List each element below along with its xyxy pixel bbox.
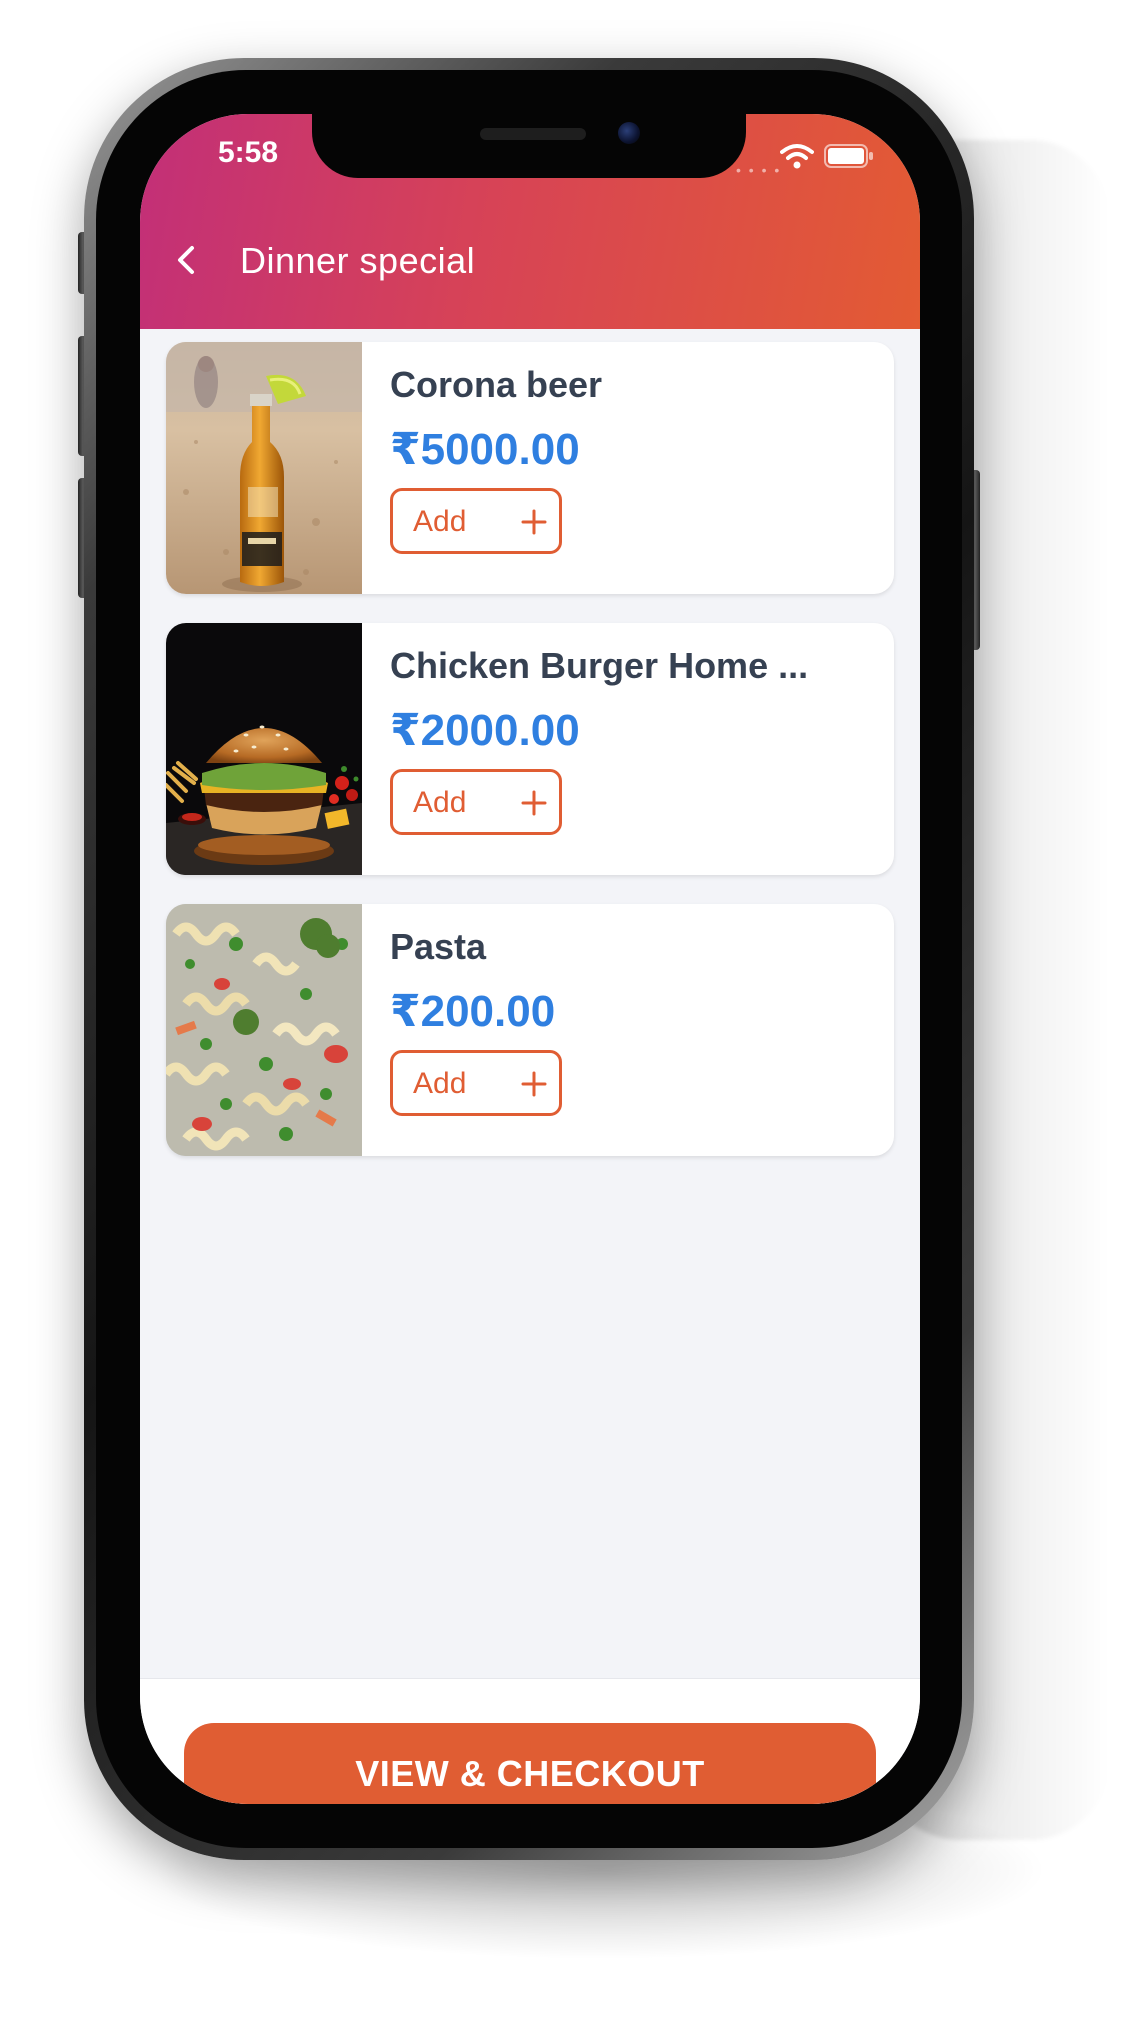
beer-bottle-photo <box>166 342 362 594</box>
add-to-cart-button[interactable]: Add <box>390 488 562 554</box>
menu-list: Corona beer ₹5000.00 Add Chicken Burger … <box>166 342 894 1185</box>
battery-icon <box>824 144 873 168</box>
phone-notch <box>312 114 746 178</box>
menu-item-card[interactable]: Chicken Burger Home ... ₹2000.00 Add <box>166 623 894 875</box>
plus-icon <box>521 509 547 535</box>
status-time: 5:58 <box>218 136 279 169</box>
menu-item-card[interactable]: Pasta ₹200.00 Add <box>166 904 894 1156</box>
pasta-salad-photo <box>166 904 362 1156</box>
page-title: Dinner special <box>240 240 476 281</box>
wifi-icon <box>780 144 814 169</box>
plus-icon <box>521 790 547 816</box>
add-button-label: Add <box>413 1067 467 1100</box>
item-price: ₹5000.00 <box>390 425 580 474</box>
front-camera <box>618 122 640 144</box>
chevron-left-icon[interactable] <box>168 240 208 280</box>
item-name: Chicken Burger Home ... <box>390 645 809 686</box>
view-checkout-button[interactable]: VIEW & CHECKOUT <box>184 1723 876 1804</box>
signal-dots: • • • • <box>736 162 782 178</box>
item-name: Corona beer <box>390 364 603 405</box>
chicken-burger-photo <box>166 623 362 875</box>
phone-frame: 5:58 • • • • Dinner special Corona beer … <box>84 58 974 1860</box>
add-button-label: Add <box>413 786 467 819</box>
item-name: Pasta <box>390 926 487 967</box>
app-screen: 5:58 • • • • Dinner special Corona beer … <box>140 114 920 1804</box>
add-to-cart-button[interactable]: Add <box>390 769 562 835</box>
plus-icon <box>521 1071 547 1097</box>
item-price: ₹200.00 <box>390 987 556 1036</box>
menu-item-card[interactable]: Corona beer ₹5000.00 Add <box>166 342 894 594</box>
item-price: ₹2000.00 <box>390 706 580 755</box>
add-button-label: Add <box>413 505 467 538</box>
speaker-grille <box>480 128 586 140</box>
mockup-stage: 5:58 • • • • Dinner special Corona beer … <box>0 0 1140 2040</box>
add-to-cart-button[interactable]: Add <box>390 1050 562 1116</box>
